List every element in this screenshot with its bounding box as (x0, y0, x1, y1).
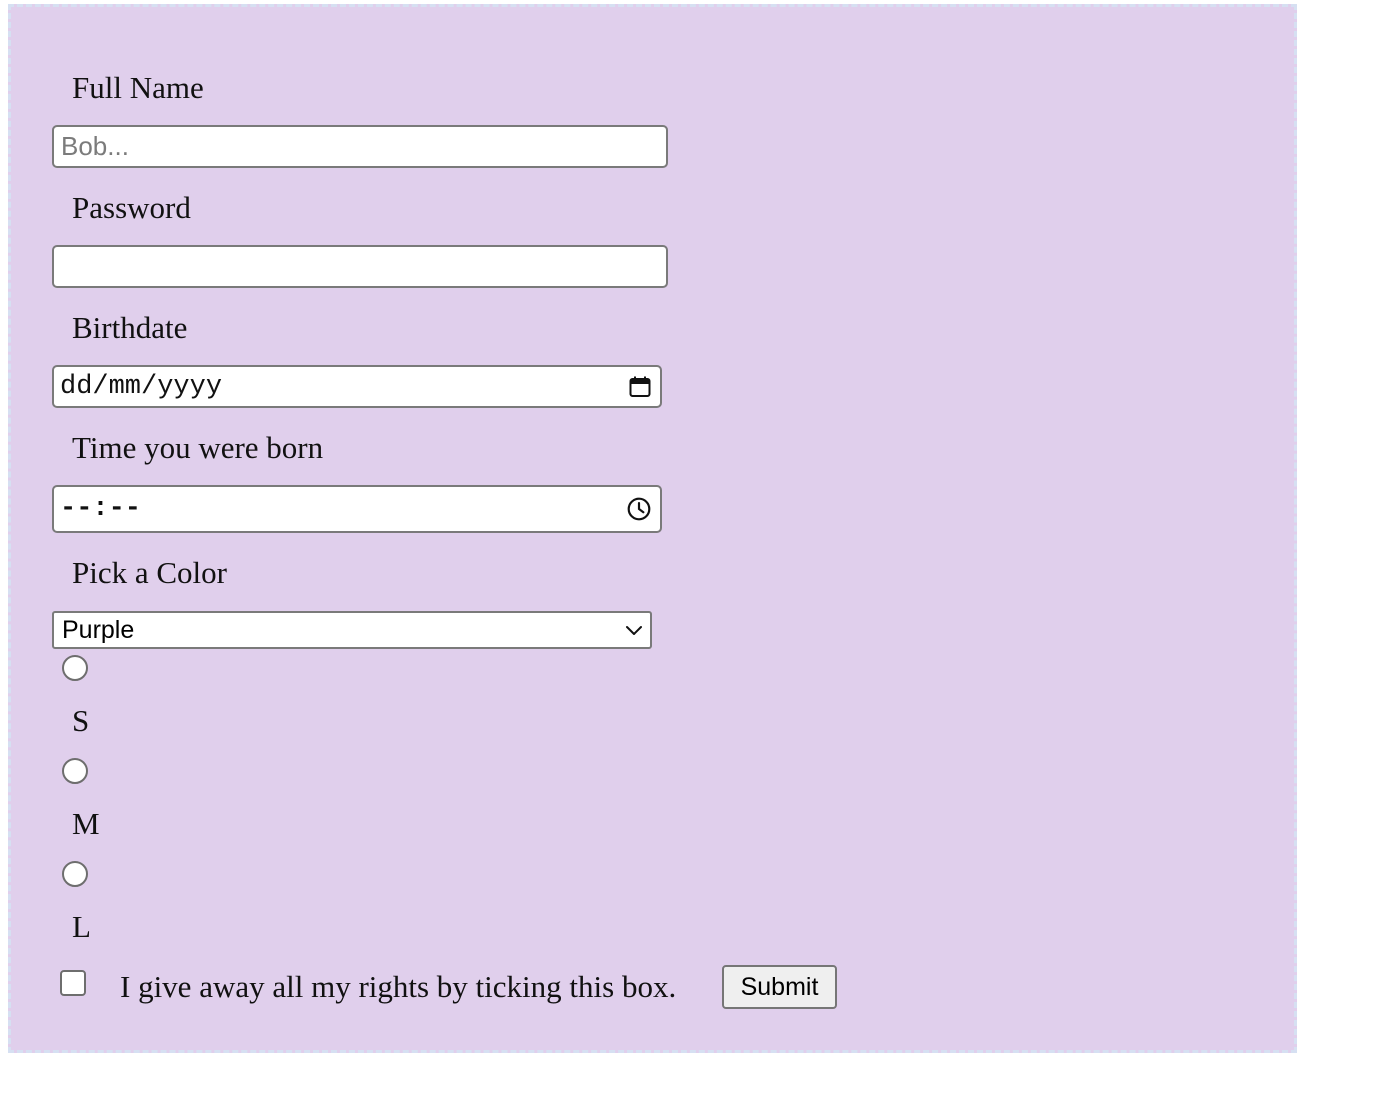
submit-button[interactable]: Submit (722, 965, 837, 1009)
agreement-checkbox[interactable] (60, 970, 86, 996)
password-input[interactable] (52, 245, 668, 288)
color-select[interactable]: Purple (52, 611, 652, 649)
password-label: Password (72, 190, 191, 225)
size-radio-m[interactable] (62, 758, 88, 784)
full-name-label: Full Name (72, 70, 204, 105)
size-label-s: S (72, 703, 90, 738)
color-select-value: Purple (62, 615, 135, 644)
birth-time-value: --:-- (60, 494, 142, 524)
agreement-label: I give away all my rights by ticking thi… (120, 969, 677, 1004)
birthdate-label: Birthdate (72, 310, 188, 345)
size-label-m: M (72, 806, 100, 841)
color-label: Pick a Color (72, 555, 227, 590)
size-label-l: L (72, 909, 91, 944)
chevron-down-icon (626, 626, 642, 635)
calendar-icon[interactable] (628, 375, 652, 399)
size-radio-s[interactable] (62, 655, 88, 681)
birth-time-input[interactable]: --:-- (52, 485, 662, 533)
clock-icon[interactable] (626, 496, 652, 522)
birthdate-input[interactable]: dd/mm/yyyy (52, 365, 662, 408)
birth-time-label: Time you were born (72, 430, 324, 465)
birthdate-value: dd/mm/yyyy (60, 371, 223, 402)
full-name-input[interactable] (52, 125, 668, 168)
size-radio-l[interactable] (62, 861, 88, 887)
